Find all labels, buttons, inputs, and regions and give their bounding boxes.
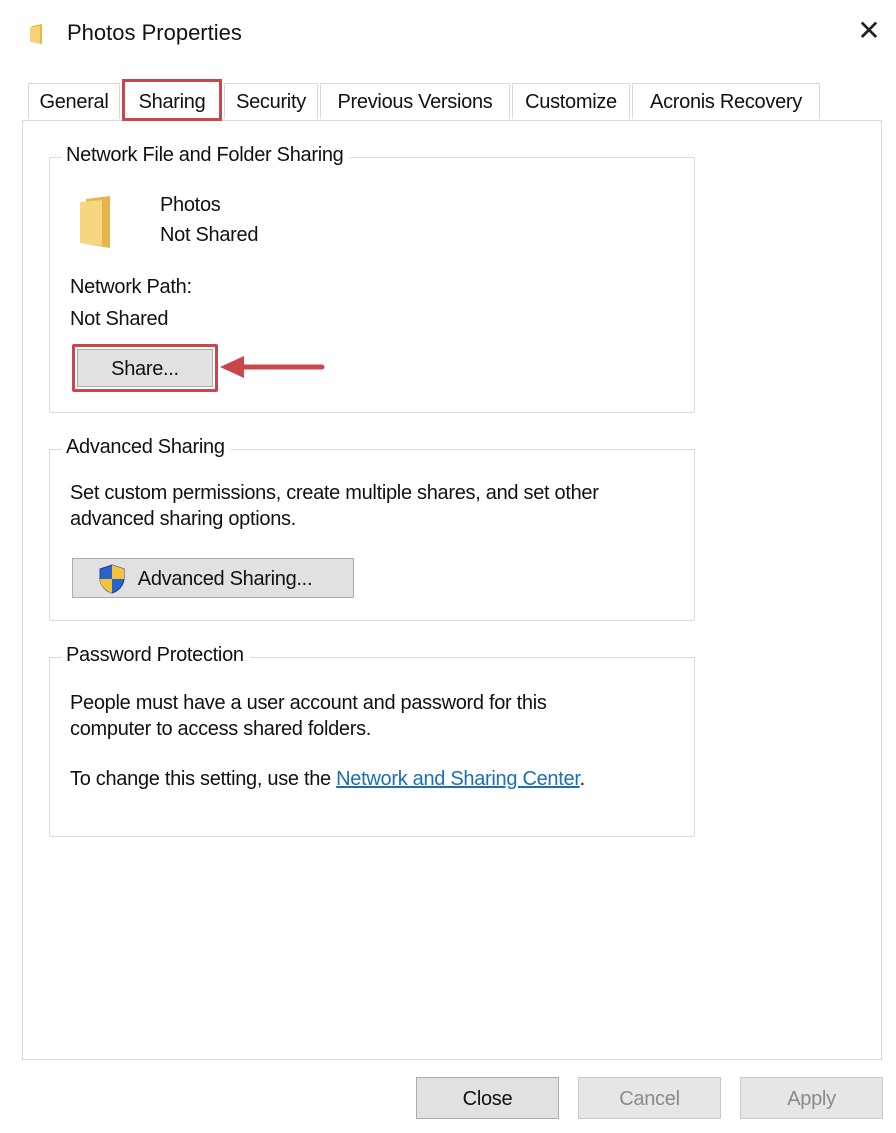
- tab-strip: General Sharing Security Previous Versio…: [22, 79, 882, 121]
- properties-dialog: Photos Properties ✕ General Sharing Secu…: [0, 0, 896, 1133]
- title-bar: Photos Properties ✕: [0, 0, 896, 66]
- tab-sharing[interactable]: Sharing: [122, 79, 222, 121]
- tab-general[interactable]: General: [28, 83, 120, 119]
- tab-security[interactable]: Security: [224, 83, 318, 119]
- close-icon[interactable]: ✕: [852, 14, 886, 48]
- password-protection-description-line1: People must have a user account and pass…: [70, 692, 547, 714]
- close-button[interactable]: Close: [416, 1077, 559, 1119]
- network-sharing-group-title: Network File and Folder Sharing: [62, 144, 350, 167]
- advanced-sharing-group-title: Advanced Sharing: [62, 436, 231, 459]
- arrow-icon: [220, 356, 325, 378]
- share-button[interactable]: Share...: [77, 349, 213, 387]
- change-setting-suffix: .: [579, 768, 586, 790]
- cancel-button[interactable]: Cancel: [578, 1077, 721, 1119]
- password-protection-group: Password Protection People must have a u…: [49, 644, 695, 837]
- folder-name: Photos: [160, 194, 221, 216]
- window-title: Photos Properties: [67, 20, 242, 45]
- tab-acronis-recovery[interactable]: Acronis Recovery: [632, 83, 820, 119]
- network-sharing-center-link[interactable]: Network and Sharing Center: [336, 768, 580, 790]
- tab-previous-versions[interactable]: Previous Versions: [320, 83, 510, 119]
- folder-icon: [80, 196, 110, 248]
- advanced-sharing-button-label: Advanced Sharing...: [137, 568, 313, 590]
- password-protection-description-line2: computer to access shared folders.: [70, 718, 372, 740]
- network-path-value: Not Shared: [70, 308, 169, 330]
- advanced-sharing-description-line2: advanced sharing options.: [70, 508, 296, 530]
- change-setting-text: To change this setting, use the Network …: [70, 768, 585, 791]
- change-setting-prefix: To change this setting, use the: [70, 768, 337, 790]
- advanced-sharing-description-line1: Set custom permissions, create multiple …: [70, 482, 599, 504]
- folder-status: Not Shared: [160, 224, 259, 246]
- tab-customize[interactable]: Customize: [512, 83, 630, 119]
- advanced-sharing-group: Advanced Sharing Set custom permissions,…: [49, 436, 695, 621]
- advanced-sharing-button[interactable]: Advanced Sharing...: [72, 558, 354, 598]
- shield-icon: [99, 564, 125, 594]
- apply-button[interactable]: Apply: [740, 1077, 883, 1119]
- sharing-tab-page: Network File and Folder Sharing Photos N…: [22, 120, 882, 1060]
- network-path-label: Network Path:: [70, 276, 192, 298]
- network-sharing-group: Network File and Folder Sharing Photos N…: [49, 144, 695, 413]
- password-protection-group-title: Password Protection: [62, 644, 250, 667]
- folder-icon: [30, 24, 42, 44]
